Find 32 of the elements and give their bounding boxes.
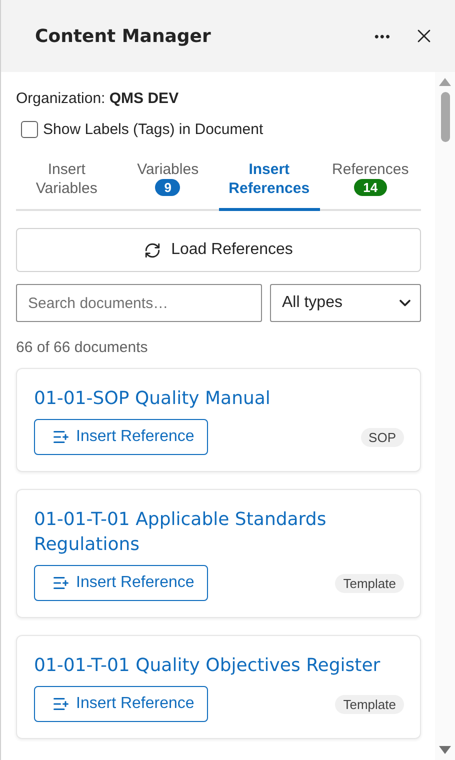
count-badge: 9 [155,179,180,196]
list-plus-icon [52,428,70,446]
show-labels-label: Show Labels (Tags) in Document [43,121,264,138]
scroll-up-icon[interactable] [439,78,451,86]
list-plus-icon [52,695,70,713]
document-count: 66 of 66 documents [16,339,149,356]
scroll-thumb[interactable] [440,92,450,142]
tab[interactable]: References 14 [320,160,421,211]
type-dropdown[interactable]: All types [270,284,421,322]
search-field[interactable]: Search documents… [16,284,262,322]
panel-title: Content Manager [35,26,212,46]
show-labels-checkbox[interactable] [21,121,38,138]
organization-label: Organization: QMS DEV [16,90,180,107]
insert-reference-button[interactable]: Insert Reference [34,686,208,722]
scrollbar[interactable] [435,72,455,760]
document-title[interactable]: 01-01-T-01 Quality Objectives Register [34,653,404,678]
insert-reference-button[interactable]: Insert Reference [34,565,208,601]
tab[interactable]: Insert Variables [16,160,118,211]
document-title[interactable]: 01-01-SOP Quality Manual [34,386,404,411]
count-badge: 14 [354,179,387,196]
document-title[interactable]: 01-01-T-01 Applicable Standards Regulations [34,507,404,557]
document-type-tag: Template [335,574,404,592]
tab[interactable]: Variables 9 [117,160,218,211]
insert-reference-button[interactable]: Insert Reference [34,419,208,455]
more-options-button[interactable]: ••• [374,28,391,44]
refresh-icon [144,242,162,258]
scroll-down-icon[interactable] [439,746,451,754]
load-references-button[interactable]: Load References [16,228,421,272]
document-type-tag: Template [335,694,404,714]
document-type-tag: SOP [360,428,404,446]
list-plus-icon [52,574,70,592]
tab[interactable]: Insert References [218,160,320,211]
